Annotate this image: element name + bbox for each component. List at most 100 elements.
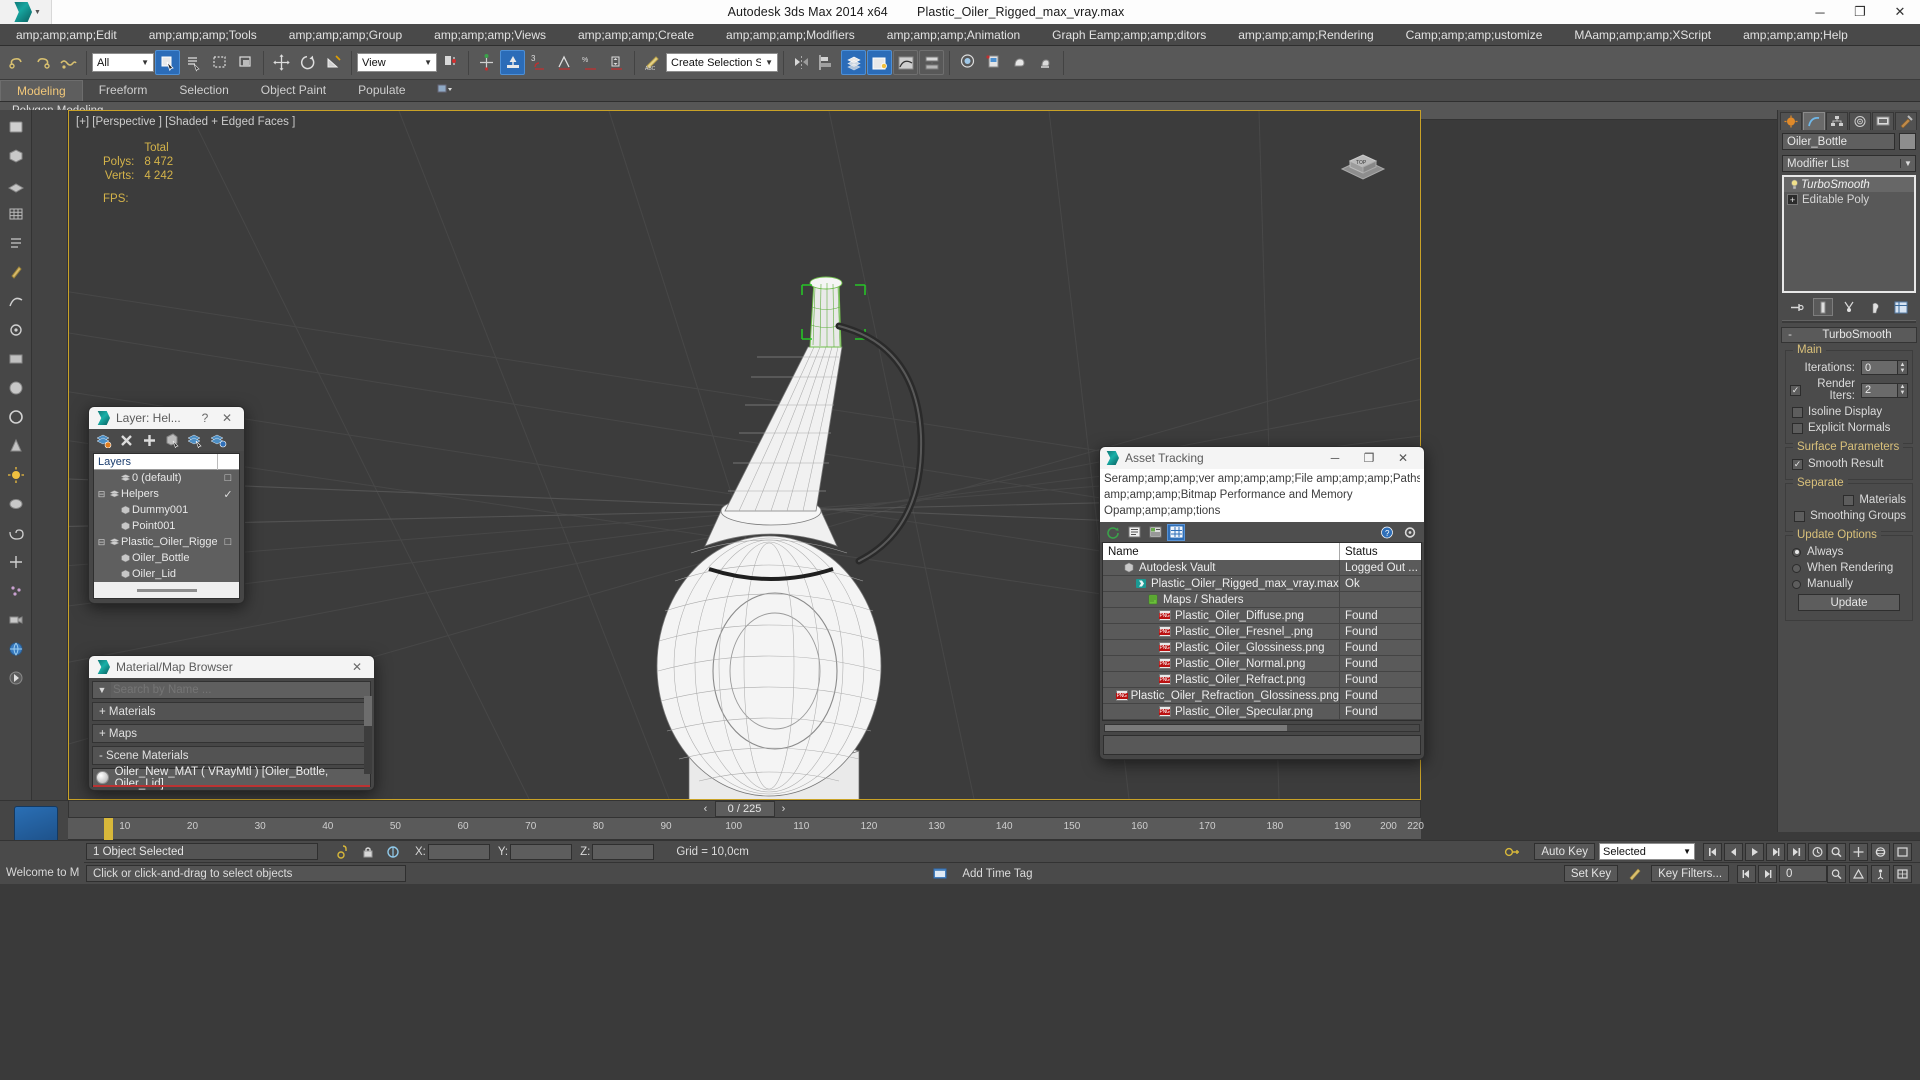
- viewport-label[interactable]: [+] [Perspective ] [Shaded + Edged Faces…: [76, 116, 295, 128]
- ellipse-tool-icon[interactable]: [3, 491, 29, 517]
- curve-editor-icon[interactable]: [893, 50, 918, 75]
- grid-view-icon[interactable]: [1167, 523, 1185, 541]
- collapse-icon[interactable]: -: [1782, 329, 1798, 341]
- render-setup-icon[interactable]: [981, 50, 1006, 75]
- delete-layer-icon[interactable]: [116, 431, 137, 450]
- menu-item-create[interactable]: amp;amp;amp;Create: [562, 24, 710, 46]
- close-icon[interactable]: ✕: [216, 411, 238, 425]
- separate-materials-row[interactable]: Materials: [1792, 494, 1906, 506]
- pin-stack-icon[interactable]: [1787, 298, 1807, 316]
- reference-coordinate-dropdown[interactable]: View ▼: [357, 53, 437, 72]
- field-of-view-icon[interactable]: [1849, 864, 1869, 883]
- tab-hierarchy[interactable]: [1826, 112, 1848, 130]
- group-scene-materials[interactable]: - Scene Materials: [92, 746, 371, 765]
- maximize-button[interactable]: ❐: [1352, 451, 1386, 465]
- tab-object-paint[interactable]: Object Paint: [245, 80, 342, 101]
- rectangular-selection-region-icon[interactable]: [207, 50, 232, 75]
- key-filter-set-dropdown[interactable]: Selected ▼: [1599, 843, 1695, 860]
- grid-tool-icon[interactable]: [3, 201, 29, 227]
- spinner-snap-toggle-icon[interactable]: %: [578, 50, 603, 75]
- asset-list-grid[interactable]: Name Status Autodesk Vault Logged Out ..…: [1102, 542, 1422, 721]
- material-editor-icon[interactable]: [955, 50, 980, 75]
- spinner-snap-icon[interactable]: [604, 50, 629, 75]
- time-tag-icon[interactable]: [927, 861, 952, 886]
- isoline-display-checkbox[interactable]: [1792, 406, 1803, 418]
- light-tool-icon[interactable]: [3, 462, 29, 488]
- pan-icon[interactable]: [1849, 842, 1868, 861]
- plane-tool-icon[interactable]: [3, 172, 29, 198]
- expander-icon[interactable]: ⊟: [96, 537, 107, 548]
- app-logo-button[interactable]: ▼: [0, 0, 52, 24]
- step-forward-icon[interactable]: [1758, 864, 1778, 883]
- layer-visibility-toggle[interactable]: □: [217, 536, 239, 548]
- close-button[interactable]: ✕: [1880, 0, 1920, 24]
- selection-filter-dropdown[interactable]: All ▼: [92, 53, 154, 72]
- menu-item-group[interactable]: amp;amp;amp;Group: [273, 24, 418, 46]
- list-item[interactable]: Point001: [94, 518, 239, 534]
- rendered-frame-window-icon[interactable]: [1007, 50, 1032, 75]
- named-selection-set-dropdown[interactable]: Create Selection Se ▼: [666, 53, 778, 72]
- group-maps[interactable]: + Maps: [92, 724, 371, 743]
- set-key-button[interactable]: Set Key: [1563, 865, 1619, 882]
- make-unique-icon[interactable]: [1839, 298, 1859, 316]
- zoom-icon[interactable]: [1827, 842, 1846, 861]
- select-and-rotate-icon[interactable]: [295, 50, 320, 75]
- box-tool-icon[interactable]: [3, 143, 29, 169]
- menu-item-animation[interactable]: amp;amp;amp;Animation: [871, 24, 1036, 46]
- close-icon[interactable]: ✕: [346, 660, 368, 674]
- create-new-layer-icon[interactable]: [93, 431, 114, 450]
- list-item[interactable]: Oiler_New_MAT ( VRayMtl ) [Oiler_Bottle,…: [92, 766, 371, 790]
- group-materials[interactable]: + Materials: [92, 702, 371, 721]
- expander-icon[interactable]: ⊟: [96, 489, 107, 500]
- explicit-normals-checkbox[interactable]: [1792, 422, 1803, 434]
- update-manually-radio[interactable]: [1792, 579, 1801, 589]
- tab-motion[interactable]: [1849, 112, 1871, 130]
- table-row[interactable]: PNG Plastic_Oiler_Fresnel_.png Found: [1103, 624, 1421, 640]
- helper-tool-icon[interactable]: [3, 549, 29, 575]
- angle-snap-toggle-icon[interactable]: 3: [526, 50, 551, 75]
- minimize-button[interactable]: ─: [1800, 0, 1840, 24]
- x-input[interactable]: [427, 843, 490, 860]
- key-mode-toggle-icon[interactable]: [1499, 839, 1524, 864]
- mirror-icon[interactable]: [789, 50, 814, 75]
- help-icon[interactable]: ?: [1378, 524, 1396, 541]
- table-row[interactable]: PNG Plastic_Oiler_Normal.png Found: [1103, 656, 1421, 672]
- update-when-rendering-row[interactable]: When Rendering: [1792, 562, 1906, 574]
- tab-populate[interactable]: Populate: [342, 80, 421, 101]
- render-iters-spinner[interactable]: ▲ ▼: [1898, 382, 1908, 398]
- matbrowser-search-row[interactable]: ▼: [92, 681, 371, 699]
- menu-item-maxscript[interactable]: MAamp;amp;amp;XScript: [1558, 24, 1727, 46]
- time-configuration-icon[interactable]: [1808, 842, 1827, 861]
- select-layer-highlight-icon[interactable]: [185, 431, 206, 450]
- modifier-stack[interactable]: TurboSmooth + Editable Poly: [1782, 175, 1916, 293]
- scene-explorer-button[interactable]: [867, 50, 892, 75]
- select-and-move-icon[interactable]: [269, 50, 294, 75]
- next-frame-button[interactable]: ›: [775, 803, 793, 815]
- list-item[interactable]: Oiler_Bottle: [94, 550, 239, 566]
- time-slider-handle[interactable]: [104, 818, 113, 840]
- list-tool-icon[interactable]: [3, 230, 29, 256]
- column-header-status[interactable]: Status: [1340, 543, 1421, 560]
- world-tool-icon[interactable]: [3, 636, 29, 662]
- separate-smoothing-groups-row[interactable]: Smoothing Groups: [1792, 510, 1906, 522]
- tab-freeform[interactable]: Freeform: [83, 80, 164, 101]
- table-row[interactable]: PNG Plastic_Oiler_Refraction_Glossiness.…: [1103, 688, 1421, 704]
- modifier-turbosmooth[interactable]: TurboSmooth: [1784, 177, 1914, 192]
- schematic-view-icon[interactable]: [919, 50, 944, 75]
- step-back-icon[interactable]: [1737, 864, 1757, 883]
- material-map-browser-dialog[interactable]: Material/Map Browser ✕ ▼ + Materials + M…: [88, 655, 375, 791]
- modifier-editable-poly[interactable]: + Editable Poly: [1784, 192, 1914, 207]
- add-time-tag-label[interactable]: Add Time Tag: [962, 868, 1032, 880]
- y-input[interactable]: [510, 843, 573, 860]
- maximize-viewport-icon[interactable]: [1893, 842, 1912, 861]
- help-button[interactable]: ?: [194, 411, 216, 425]
- auto-key-button[interactable]: Auto Key: [1534, 843, 1595, 860]
- remove-modifier-icon[interactable]: [1865, 298, 1885, 316]
- configure-modifier-sets-icon[interactable]: [1891, 298, 1911, 316]
- menu-item-edit[interactable]: amp;amp;amp;Edit: [0, 24, 133, 46]
- explicit-normals-row[interactable]: Explicit Normals: [1792, 422, 1906, 434]
- table-row[interactable]: PNG Plastic_Oiler_Refract.png Found: [1103, 672, 1421, 688]
- menu-item-customize[interactable]: Camp;amp;amp;ustomize: [1390, 24, 1559, 46]
- select-object-button[interactable]: [155, 50, 180, 75]
- prev-frame-button[interactable]: ‹: [697, 803, 715, 815]
